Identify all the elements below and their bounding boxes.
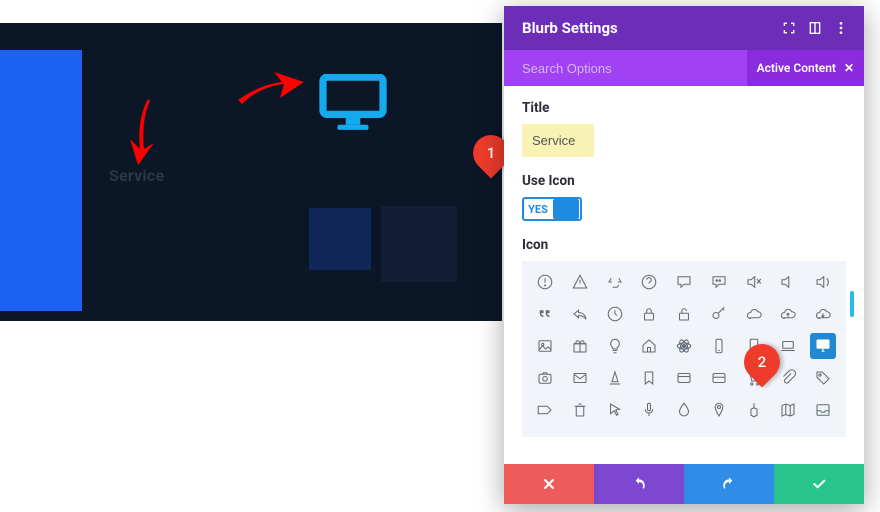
speech-icon[interactable] — [671, 269, 697, 295]
use-icon-label: Use Icon — [522, 173, 846, 189]
cone-icon[interactable] — [602, 365, 628, 391]
thumb-icon[interactable] — [741, 397, 767, 423]
title-label: Title — [522, 100, 846, 116]
red-arrow-left — [110, 93, 170, 173]
undo-button[interactable] — [594, 464, 684, 504]
quote-icon[interactable] — [532, 301, 558, 327]
panel-title: Blurb Settings — [522, 19, 776, 37]
card2-icon[interactable] — [706, 365, 732, 391]
home-icon[interactable] — [636, 333, 662, 359]
active-content-tag[interactable]: Active Content ✕ — [747, 50, 864, 86]
panel-body: Title Use Icon YES Icon — [504, 86, 864, 464]
cloud-down-icon[interactable] — [810, 301, 836, 327]
phone-icon[interactable] — [706, 333, 732, 359]
lock-open-icon[interactable] — [671, 301, 697, 327]
recycle-icon[interactable] — [602, 269, 628, 295]
icon-scroll-thumb[interactable] — [850, 291, 854, 317]
redo-button[interactable] — [684, 464, 774, 504]
speech-dots-icon[interactable] — [706, 269, 732, 295]
vol-hi-icon[interactable] — [810, 269, 836, 295]
warning-icon[interactable] — [567, 269, 593, 295]
field-use-icon: Use Icon YES — [522, 173, 846, 221]
atom-icon[interactable] — [671, 333, 697, 359]
cloud-up-icon[interactable] — [775, 301, 801, 327]
label-icon[interactable] — [532, 397, 558, 423]
cancel-button[interactable] — [504, 464, 594, 504]
lock-icon[interactable] — [636, 301, 662, 327]
pin-icon[interactable] — [706, 397, 732, 423]
active-content-label: Active Content — [757, 61, 836, 75]
search-input[interactable] — [504, 61, 747, 76]
toggle-text: YES — [524, 203, 552, 216]
reply-icon[interactable] — [567, 301, 593, 327]
bookmark-icon[interactable] — [636, 365, 662, 391]
title-input[interactable] — [522, 124, 846, 157]
focus-icon[interactable] — [776, 15, 802, 41]
close-icon[interactable]: ✕ — [844, 61, 854, 75]
panel-footer — [504, 464, 864, 504]
trash-icon[interactable] — [567, 397, 593, 423]
card-icon[interactable] — [671, 365, 697, 391]
toggle-knob — [553, 199, 579, 219]
tag-icon[interactable] — [810, 365, 836, 391]
preview-box-navy — [381, 206, 457, 282]
camera-icon[interactable] — [532, 365, 558, 391]
field-icon: Icon — [522, 237, 846, 437]
bulb-icon[interactable] — [602, 333, 628, 359]
settings-panel: Blurb Settings Active Content ✕ Title — [504, 6, 864, 504]
panel-header: Blurb Settings — [504, 6, 864, 50]
use-icon-toggle[interactable]: YES — [522, 197, 582, 221]
panel-search-bar: Active Content ✕ — [504, 50, 864, 86]
monitor-icon — [319, 74, 387, 132]
confirm-button[interactable] — [774, 464, 864, 504]
clock-icon[interactable] — [602, 301, 628, 327]
icon-grid — [522, 261, 846, 437]
monitor-icon[interactable] — [810, 333, 836, 359]
drop-icon[interactable] — [671, 397, 697, 423]
map-icon[interactable] — [775, 397, 801, 423]
exclamation-icon[interactable] — [532, 269, 558, 295]
field-title: Title — [522, 100, 846, 157]
preview-blue-card — [0, 50, 82, 311]
image-icon[interactable] — [532, 333, 558, 359]
vol-low-icon[interactable] — [775, 269, 801, 295]
icon-label: Icon — [522, 237, 846, 253]
red-arrow-right — [232, 64, 312, 114]
vol-mute-icon[interactable] — [741, 269, 767, 295]
mail-icon[interactable] — [567, 365, 593, 391]
cloud-icon[interactable] — [741, 301, 767, 327]
expand-icon[interactable] — [802, 15, 828, 41]
gift-icon[interactable] — [567, 333, 593, 359]
callout-2: 2 — [737, 337, 788, 388]
preview-box-dark-blue — [309, 208, 371, 270]
inbox-icon[interactable] — [810, 397, 836, 423]
more-icon[interactable] — [828, 15, 854, 41]
cursor-icon[interactable] — [602, 397, 628, 423]
preview-canvas: Service — [0, 23, 502, 321]
key-icon[interactable] — [706, 301, 732, 327]
question-icon[interactable] — [636, 269, 662, 295]
mic-icon[interactable] — [636, 397, 662, 423]
